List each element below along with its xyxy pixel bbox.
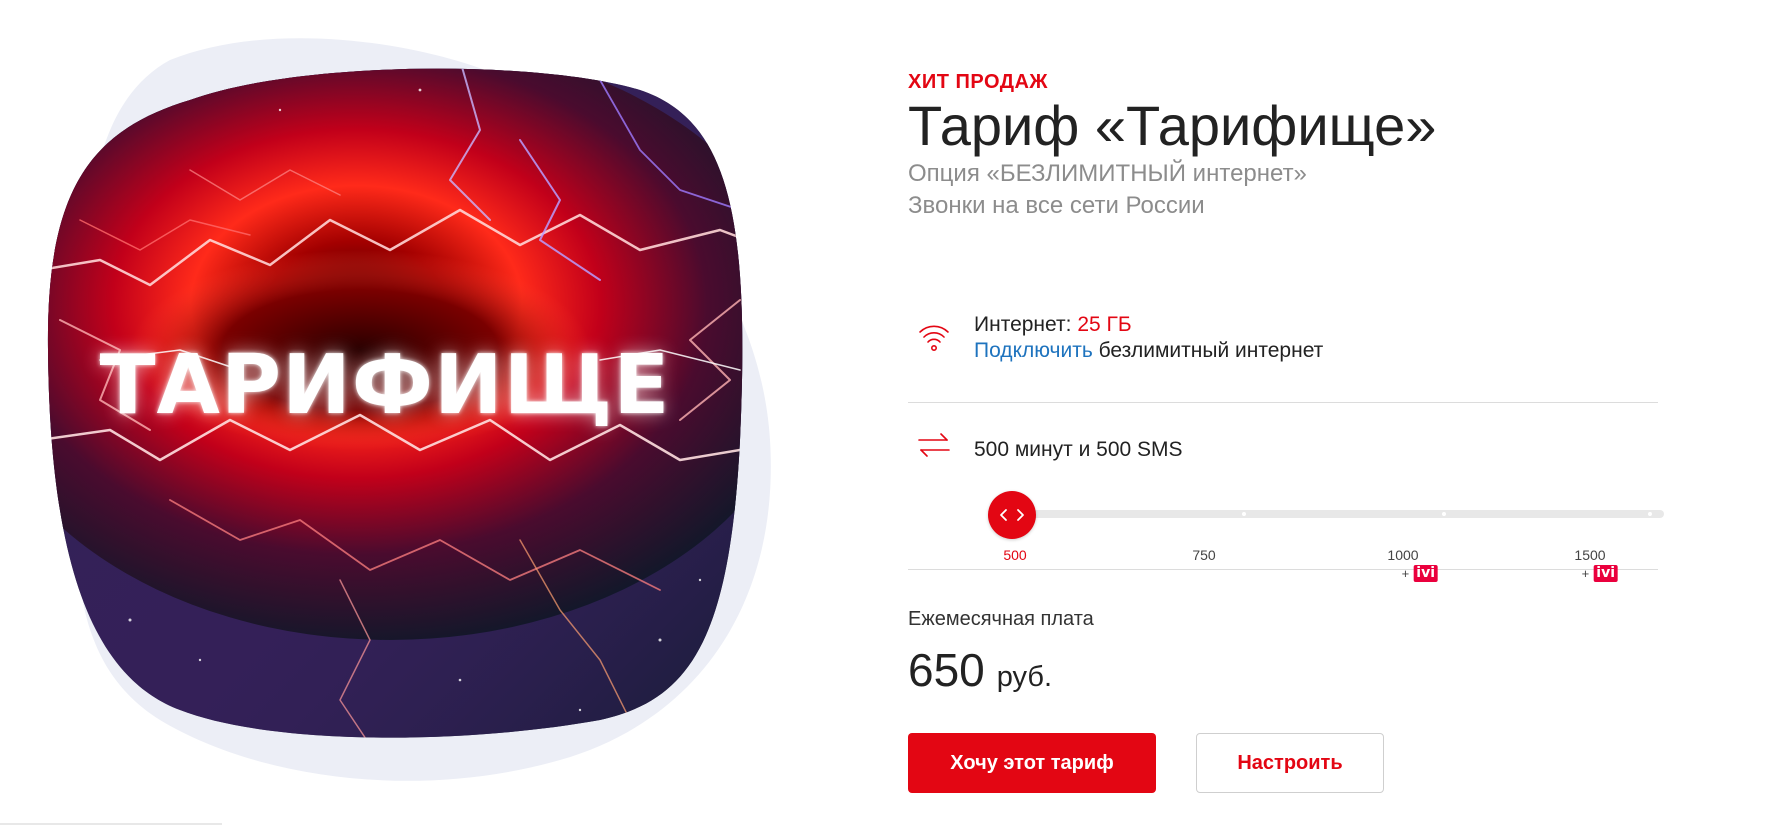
internet-label: Интернет: (974, 313, 1078, 336)
ivi-logo: ivi (1413, 565, 1438, 582)
exchange-arrows-icon (918, 433, 950, 457)
addon-ivi-1000: + ivi (1402, 565, 1438, 582)
internet-feature-row: Интернет: 25 ГБ Подключить безлимитный и… (908, 294, 1658, 403)
price-block: 650 руб. (908, 643, 1658, 697)
tariff-subtitle-line-1: Опция «БЕЗЛИМИТНЫЙ интернет» (908, 160, 1307, 187)
slider-option-1500[interactable]: 1500 (1574, 547, 1605, 563)
price-amount: 650 (908, 644, 985, 696)
tariff-details-panel: ХИТ ПРОДАЖ Тариф «Тарифище» Опция «БЕЗЛИ… (908, 70, 1664, 793)
tariff-subtitle-line-2: Звонки на все сети России (908, 192, 1205, 219)
slider-tick-1000 (1442, 512, 1446, 516)
wifi-icon (919, 325, 949, 351)
connect-unlimited-link[interactable]: Подключить (974, 339, 1093, 362)
minutes-slider[interactable]: 500 750 1000 1500 + ivi + ivi (948, 491, 1664, 582)
action-buttons: Хочу этот тариф Настроить (908, 733, 1658, 793)
slider-tick-1500 (1648, 512, 1652, 516)
slider-track[interactable] (996, 510, 1664, 518)
price-currency: руб. (996, 661, 1053, 693)
minutes-sms-label: 500 минут и 500 SMS (974, 438, 1183, 461)
slider-option-1000[interactable]: 1000 (1387, 547, 1418, 563)
hero-artwork (47, 38, 771, 781)
monthly-fee-label: Ежемесячная плата (908, 608, 1094, 630)
want-tariff-button[interactable]: Хочу этот тариф (908, 733, 1156, 793)
calls-feature-row: 500 минут и 500 SMS 500 750 1000 1500 + … (908, 403, 1664, 582)
tariff-title: Тариф «Тарифище» (908, 94, 1437, 157)
slider-thumb[interactable] (988, 491, 1036, 539)
internet-text: Интернет: 25 ГБ Подключить безлимитный и… (974, 312, 1323, 364)
addon-ivi-1500: + ivi (1582, 565, 1618, 582)
internet-volume: 25 ГБ (1077, 313, 1132, 336)
slider-tick-750 (1242, 512, 1246, 516)
bestseller-badge: ХИТ ПРОДАЖ (908, 71, 1048, 93)
bottom-divider (0, 823, 222, 825)
configure-button[interactable]: Настроить (1196, 733, 1384, 793)
slider-option-500[interactable]: 500 (1003, 547, 1026, 563)
tariff-hero-image: ТАРИФИЩЕ (40, 20, 800, 790)
ivi-logo: ivi (1593, 565, 1618, 582)
chevrons-left-right-icon (1000, 509, 1024, 521)
slider-option-750[interactable]: 750 (1192, 547, 1215, 563)
connect-unlimited-suffix: безлимитный интернет (1092, 339, 1324, 362)
